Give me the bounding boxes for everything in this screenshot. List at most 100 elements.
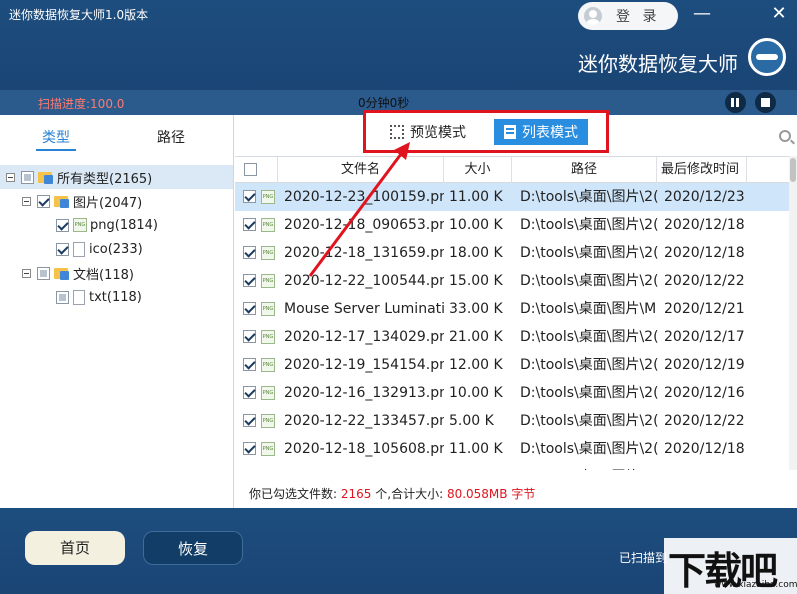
bottom-bar: 首页 恢复 已扫描到 下载吧 www.xiazaiba.com bbox=[0, 508, 797, 594]
cell-name: 2020-12-22_100544.png bbox=[284, 273, 444, 289]
cell-size: 5.00 K bbox=[449, 413, 494, 429]
row-checkbox[interactable] bbox=[243, 330, 256, 343]
row-checkbox[interactable] bbox=[243, 246, 256, 259]
cell-modified: 2020/12/18 1 bbox=[664, 441, 749, 457]
tree-checkbox[interactable] bbox=[56, 218, 69, 232]
column-header-modified[interactable]: 最后修改时间 bbox=[657, 157, 747, 183]
tree-checkbox[interactable] bbox=[37, 266, 50, 280]
tree-checkbox[interactable] bbox=[56, 290, 69, 304]
category-panel: 类型 路径 所有类型(2165) 图片(2047) PNG png(1814) ico(… bbox=[0, 115, 234, 508]
cell-name: 2020-12-17_134029.png bbox=[284, 329, 444, 345]
cell-modified: 2020/12/22 1 bbox=[664, 413, 749, 429]
stop-icon[interactable] bbox=[755, 92, 776, 113]
column-header-name[interactable]: 文件名 bbox=[278, 157, 444, 183]
column-header-size[interactable]: 大小 bbox=[444, 157, 512, 183]
close-button[interactable]: ✕ bbox=[767, 2, 791, 26]
cell-size: 11.00 K bbox=[449, 189, 503, 205]
cell-path: D:\tools\桌面\图片\2( bbox=[520, 463, 660, 470]
table-row[interactable]: PNG 2020-12-23_100159.png 11.00 K D:\tools\… bbox=[235, 183, 789, 211]
table-row[interactable]: PNG 2020-12-16_132913.png 10.00 K D:\tools\… bbox=[235, 379, 789, 407]
view-mode-toggle: 预览模式 列表模式 bbox=[363, 110, 609, 153]
list-mode-button[interactable]: 列表模式 bbox=[494, 119, 588, 145]
tab-path[interactable]: 路径 bbox=[157, 127, 185, 147]
png-file-icon: PNG bbox=[261, 414, 275, 428]
png-file-icon: PNG bbox=[261, 330, 275, 344]
cell-size: 21.00 K bbox=[449, 329, 503, 345]
cell-path: D:\tools\桌面\图片\M bbox=[520, 301, 657, 317]
home-button[interactable]: 首页 bbox=[25, 531, 125, 565]
cell-size: 10.00 K bbox=[449, 385, 503, 401]
cell-size: 33.00 K bbox=[449, 301, 503, 317]
table-row[interactable]: PNG 2020-12-22_100544.png 15.00 K D:\tools\… bbox=[235, 267, 789, 295]
brand-text: 迷你数据恢复大师 bbox=[578, 52, 738, 76]
vertical-scrollbar[interactable] bbox=[789, 156, 797, 470]
png-file-icon: PNG bbox=[261, 218, 275, 232]
cell-name: 2020-12-18_105608.png bbox=[284, 441, 444, 457]
tree-expander-icon[interactable] bbox=[22, 268, 31, 278]
summary-prefix: 你已勾选文件数: bbox=[249, 487, 338, 501]
tree-node[interactable]: txt(118) bbox=[56, 285, 142, 309]
png-file-icon: PNG bbox=[261, 442, 275, 456]
png-file-icon: PNG bbox=[261, 274, 275, 288]
table-row[interactable]: PNG 2020-12-22_133457.png 5.00 K D:\tools\桌… bbox=[235, 407, 789, 435]
cell-path: D:\tools\桌面\图片\2( bbox=[520, 385, 659, 401]
login-label: 登 录 bbox=[616, 9, 661, 25]
tree-node[interactable]: 所有类型(2165) bbox=[0, 165, 233, 189]
tree-node[interactable]: PNG png(1814) bbox=[56, 213, 158, 237]
table-row[interactable]: PNG 2020-12-18_090653.png 10.00 K D:\tools\… bbox=[235, 211, 789, 239]
tree-checkbox[interactable] bbox=[37, 194, 50, 208]
cell-path: D:\tools\桌面\图片\2( bbox=[520, 217, 659, 233]
scan-progress: 扫描进度:100.0 bbox=[38, 97, 125, 111]
table-row[interactable]: PNG 2020-12-18_131659.png 18.00 K D:\tools\… bbox=[235, 239, 789, 267]
login-button[interactable]: 登 录 bbox=[578, 2, 678, 30]
tab-type[interactable]: 类型 bbox=[36, 127, 76, 151]
row-checkbox[interactable] bbox=[243, 358, 256, 371]
recover-button[interactable]: 恢复 bbox=[143, 531, 243, 565]
list-icon bbox=[504, 125, 516, 139]
cell-modified: 2020/12/18 9 bbox=[664, 217, 749, 233]
summary-count: 2165 bbox=[340, 487, 372, 501]
png-file-icon: PNG bbox=[261, 302, 275, 316]
png-file-icon: PNG bbox=[261, 386, 275, 400]
tree-node[interactable]: ico(233) bbox=[56, 237, 143, 261]
table-row[interactable]: PNG 2020-12-17_134029.png 21.00 K D:\tools\… bbox=[235, 323, 789, 351]
png-file-icon: PNG bbox=[261, 190, 275, 204]
row-checkbox[interactable] bbox=[243, 386, 256, 399]
minimize-button[interactable]: — bbox=[690, 2, 714, 26]
side-tabs: 类型 路径 bbox=[0, 115, 233, 153]
row-checkbox[interactable] bbox=[243, 190, 256, 203]
search-icon[interactable] bbox=[779, 130, 791, 142]
cell-path: D:\tools\桌面\图片\2( bbox=[520, 189, 659, 205]
pause-icon[interactable] bbox=[725, 92, 746, 113]
file-icon bbox=[73, 289, 85, 305]
watermark-sub: www.xiazaiba.com bbox=[714, 580, 797, 590]
select-all-checkbox[interactable] bbox=[244, 163, 257, 176]
row-checkbox[interactable] bbox=[243, 302, 256, 315]
table-row[interactable]: PNG Mouse Server Luminati.p 33.00 K D:\tool… bbox=[235, 295, 789, 323]
tree-checkbox[interactable] bbox=[56, 242, 69, 256]
cell-name: 2020-12-16_132913.png bbox=[284, 385, 444, 401]
table-row[interactable]: PNG 2020-12-18_105608.png 11.00 K D:\tools\… bbox=[235, 435, 789, 463]
table-row[interactable]: PNG 2020-12-19_154154.png 12.00 K D:\tools\… bbox=[235, 351, 789, 379]
tree-node[interactable]: 图片(2047) bbox=[22, 189, 142, 213]
cell-path: D:\tools\桌面\图片\2( bbox=[520, 245, 659, 261]
tree-checkbox[interactable] bbox=[21, 170, 34, 184]
row-checkbox[interactable] bbox=[243, 442, 256, 455]
select-all-header bbox=[235, 157, 278, 183]
file-icon bbox=[73, 241, 85, 257]
tree-expander-icon[interactable] bbox=[22, 196, 31, 206]
cell-modified: 2020/12/21 1 bbox=[664, 301, 749, 317]
list-mode-label: 列表模式 bbox=[522, 125, 578, 141]
tree-node-label: ico(233) bbox=[89, 241, 143, 257]
tree-node[interactable]: 文档(118) bbox=[22, 261, 134, 285]
row-checkbox[interactable] bbox=[243, 218, 256, 231]
row-checkbox[interactable] bbox=[243, 274, 256, 287]
preview-mode-button[interactable]: 预览模式 bbox=[380, 119, 476, 145]
row-checkbox[interactable] bbox=[243, 414, 256, 427]
cell-name: 2020-12-19_154154.png bbox=[284, 357, 444, 373]
cell-modified: 2020/12/16 1 bbox=[664, 385, 749, 401]
cell-modified: 2020/12/18 1 bbox=[664, 463, 749, 470]
tree-expander-icon[interactable] bbox=[6, 172, 15, 182]
column-header-path[interactable]: 路径 bbox=[512, 157, 657, 183]
table-row[interactable]: PNG2020-12-18_111348.png10.00 KD:\tools\… bbox=[235, 463, 789, 470]
